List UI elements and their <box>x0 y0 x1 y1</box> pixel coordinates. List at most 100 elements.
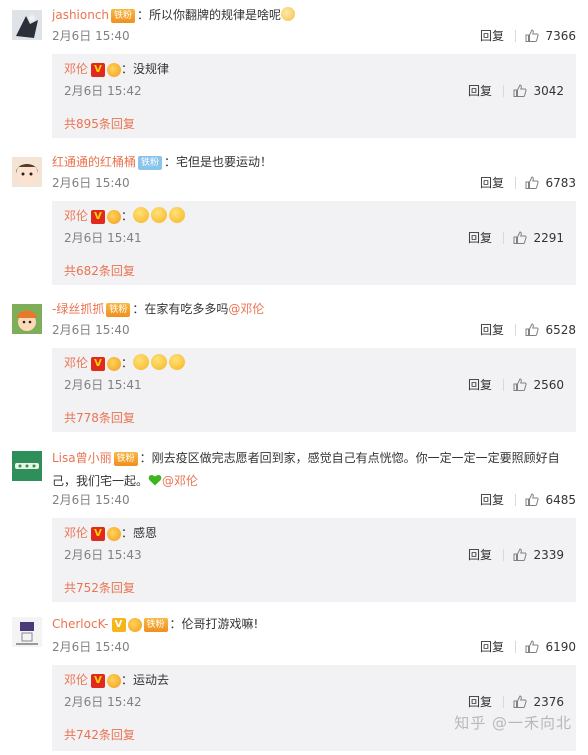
timestamp: 2月6日 15:40 <box>52 493 130 507</box>
comment-item: -绿丝抓抓 铁粉 ：在家有吃多多吗@邓伦 2月6日 15:40 回复 6528 邓伦… <box>0 294 588 441</box>
comment-body: ：宅但是也要运动！ <box>164 155 273 169</box>
reply-box: 邓伦 V ： 2月6日 15:41 回复 2560 共778条回复 <box>52 348 576 432</box>
like-button[interactable]: 6190 <box>525 638 576 656</box>
username-link[interactable]: -绿丝抓抓 <box>52 302 104 316</box>
reply-meta: 2月6日 15:41 回复 2560 <box>64 376 564 394</box>
like-button[interactable]: 6783 <box>525 174 576 192</box>
thumbs-up-icon <box>525 323 540 336</box>
reply-button[interactable]: 回复 <box>468 693 492 711</box>
reply-box: 邓伦 V ：运动去 2月6日 15:42 回复 2376 共742条回复 <box>52 665 576 751</box>
more-replies-link[interactable]: 共742条回复 <box>64 726 135 744</box>
reply-button[interactable]: 回复 <box>480 321 504 339</box>
trophy-badge-icon <box>127 617 142 632</box>
reply-meta: 2月6日 15:41 回复 2291 <box>64 229 564 247</box>
comment-text: 红通通的红桶桶 铁粉 ：宅但是也要运动！ <box>52 153 576 171</box>
timestamp: 2月6日 15:42 <box>64 84 142 98</box>
thumbs-up-icon <box>513 84 528 97</box>
reply-button[interactable]: 回复 <box>480 638 504 656</box>
thumbs-up-icon <box>525 29 540 42</box>
fan-badge: 铁粉 <box>138 155 163 170</box>
like-button[interactable]: 2291 <box>513 229 564 247</box>
green-heart-icon <box>148 474 162 486</box>
reply-username-link[interactable]: 邓伦 <box>64 673 88 687</box>
like-count: 6528 <box>545 323 576 337</box>
mention-link[interactable]: @邓伦 <box>228 302 264 316</box>
like-count: 2291 <box>533 231 564 245</box>
reply-box: 邓伦 V ：感恩 2月6日 15:43 回复 2339 共752条回复 <box>52 518 576 602</box>
like-count: 2376 <box>533 695 564 709</box>
like-button[interactable]: 6485 <box>525 491 576 509</box>
like-count: 6485 <box>545 493 576 507</box>
timestamp: 2月6日 15:41 <box>64 231 142 245</box>
comment-body: ：伦哥打游戏嘛! <box>169 617 259 631</box>
mention-link[interactable]: @邓伦 <box>162 474 198 488</box>
like-count: 6190 <box>545 640 576 654</box>
reply-text: 邓伦 V ：没规律 <box>64 60 564 78</box>
timestamp: 2月6日 15:40 <box>52 29 130 43</box>
divider <box>503 549 504 561</box>
divider <box>515 641 516 653</box>
divider <box>503 696 504 708</box>
thumbs-up-icon <box>525 493 540 506</box>
reply-username-link[interactable]: 邓伦 <box>64 356 88 370</box>
like-button[interactable]: 2376 <box>513 693 564 711</box>
comment-body: ：所以你翻牌的规律是啥呢 <box>137 8 282 22</box>
timestamp: 2月6日 15:40 <box>52 640 130 654</box>
divider <box>515 324 516 336</box>
reply-username-link[interactable]: 邓伦 <box>64 526 88 540</box>
reply-body: ：感恩 <box>121 526 158 540</box>
username-link[interactable]: Lisa曾小丽 <box>52 451 112 465</box>
timestamp: 2月6日 15:41 <box>64 378 142 392</box>
like-button[interactable]: 2560 <box>513 376 564 394</box>
avatar[interactable] <box>12 451 42 481</box>
thumbs-up-icon <box>513 231 528 244</box>
timestamp: 2月6日 15:43 <box>64 548 142 562</box>
thumbs-up-icon <box>513 378 528 391</box>
avatar[interactable] <box>12 304 42 334</box>
like-button[interactable]: 6528 <box>525 321 576 339</box>
timestamp: 2月6日 15:42 <box>64 695 142 709</box>
reply-button[interactable]: 回复 <box>480 27 504 45</box>
divider <box>503 85 504 97</box>
reply-button[interactable]: 回复 <box>480 174 504 192</box>
more-replies-link[interactable]: 共895条回复 <box>64 115 135 133</box>
reply-body: ： <box>121 356 134 370</box>
avatar[interactable] <box>12 157 42 187</box>
username-link[interactable]: jashionch <box>52 8 109 22</box>
reply-body: ： <box>121 209 134 223</box>
reply-username-link[interactable]: 邓伦 <box>64 62 88 76</box>
thumbs-up-icon <box>513 695 528 708</box>
laughing-emoji-icon <box>133 354 150 370</box>
reply-meta: 2月6日 15:42 回复 2376 <box>64 693 564 711</box>
like-button[interactable]: 2339 <box>513 546 564 564</box>
reply-body: ：没规律 <box>121 62 170 76</box>
reply-button[interactable]: 回复 <box>468 546 492 564</box>
trophy-badge-icon <box>107 209 122 224</box>
reply-button[interactable]: 回复 <box>468 82 492 100</box>
comment-text: -绿丝抓抓 铁粉 ：在家有吃多多吗@邓伦 <box>52 300 576 318</box>
avatar[interactable] <box>12 617 42 647</box>
divider <box>515 494 516 506</box>
divider <box>515 30 516 42</box>
avatar[interactable] <box>12 10 42 40</box>
more-replies-link[interactable]: 共778条回复 <box>64 409 135 427</box>
divider <box>503 379 504 391</box>
reply-button[interactable]: 回复 <box>468 229 492 247</box>
grinning-emoji-icon <box>169 354 186 370</box>
reply-text: 邓伦 V ：感恩 <box>64 524 564 542</box>
fan-badge: 铁粉 <box>143 617 168 632</box>
reply-username-link[interactable]: 邓伦 <box>64 209 88 223</box>
more-replies-link[interactable]: 共682条回复 <box>64 262 135 280</box>
vip-badge-icon: V <box>91 526 106 541</box>
more-replies-link[interactable]: 共752条回复 <box>64 579 135 597</box>
divider <box>515 177 516 189</box>
reply-button[interactable]: 回复 <box>468 376 492 394</box>
reply-button[interactable]: 回复 <box>480 491 504 509</box>
like-button[interactable]: 3042 <box>513 82 564 100</box>
vip-badge-icon: V <box>91 209 106 224</box>
username-link[interactable]: CherlocK- <box>52 617 109 631</box>
username-link[interactable]: 红通通的红桶桶 <box>52 155 136 169</box>
reply-text: 邓伦 V ： <box>64 207 564 225</box>
reply-text: 邓伦 V ： <box>64 354 564 372</box>
like-button[interactable]: 7366 <box>525 27 576 45</box>
